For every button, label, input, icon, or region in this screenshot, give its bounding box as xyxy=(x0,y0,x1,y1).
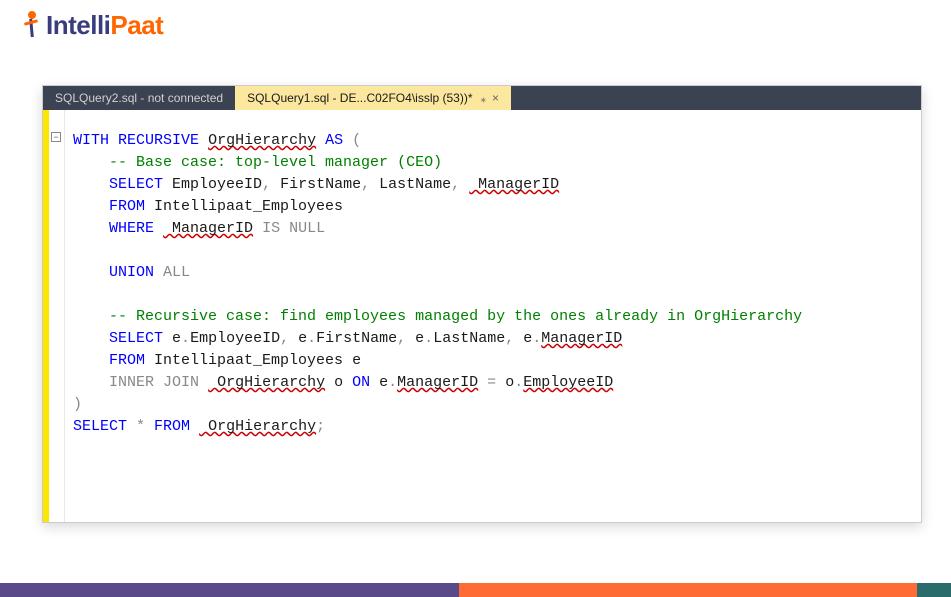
tab-sqlquery1[interactable]: SQLQuery1.sql - DE...C02FO4\isslp (53))*… xyxy=(235,86,511,110)
tab-label: SQLQuery1.sql - DE...C02FO4\isslp (53))* xyxy=(247,91,472,105)
brand-text: IntelliPaat xyxy=(46,10,163,41)
footer-purple-segment xyxy=(0,583,459,597)
outline-gutter: − xyxy=(49,110,65,522)
tab-bar: SQLQuery2.sql - not connected SQLQuery1.… xyxy=(43,86,921,110)
sql-editor-window: SQLQuery2.sql - not connected SQLQuery1.… xyxy=(42,85,922,523)
collapse-toggle-icon[interactable]: − xyxy=(51,132,61,142)
footer-stripe xyxy=(0,583,951,597)
footer-orange-segment xyxy=(459,583,918,597)
code-area: − WITH RECURSIVE OrgHierarchy AS ( -- Ba… xyxy=(43,110,921,522)
brand-logo: IntelliPaat xyxy=(20,10,163,41)
pin-icon[interactable]: ⁎ xyxy=(481,92,487,105)
close-icon[interactable]: × xyxy=(492,91,499,105)
code-editor[interactable]: WITH RECURSIVE OrgHierarchy AS ( -- Base… xyxy=(65,110,921,522)
footer-teal-segment xyxy=(917,583,951,597)
tab-sqlquery2[interactable]: SQLQuery2.sql - not connected xyxy=(43,86,235,110)
logo-figure-icon xyxy=(20,11,44,41)
tab-label: SQLQuery2.sql - not connected xyxy=(55,91,223,105)
